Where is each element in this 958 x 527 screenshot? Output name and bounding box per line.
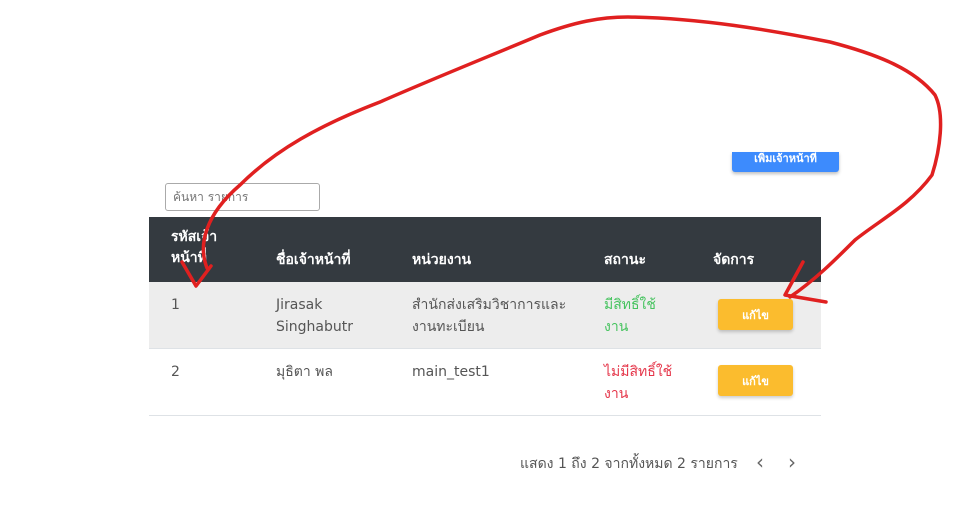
search-input[interactable] — [165, 183, 320, 211]
cell-staff-name: มุธิตา พล — [276, 364, 333, 380]
table-header: รหัสเจ้าหน้าที่ ชื่อเจ้าหน้าที่ หน่วยงาน… — [149, 217, 821, 282]
cell-staff-code: 1 — [171, 297, 180, 313]
table-row: 2 มุธิตา พล main_test1 ไม่มีสิทธิ์ใช้งาน… — [149, 349, 821, 416]
header-unit: หน่วยงาน — [412, 252, 472, 268]
cell-unit: main_test1 — [412, 364, 490, 380]
cell-staff-name: Jirasak Singhabutr — [276, 297, 353, 335]
header-manage: จัดการ — [713, 252, 755, 268]
chevron-left-icon[interactable]: ‹ — [749, 449, 771, 475]
header-staff-code: รหัสเจ้าหน้าที่ — [171, 229, 218, 266]
cell-unit: สำนักส่งเสริมวิชาการและงานทะเบียน — [412, 297, 567, 335]
header-staff-name: ชื่อเจ้าหน้าที่ — [276, 252, 351, 268]
header-status: สถานะ — [604, 252, 646, 268]
cell-staff-code: 2 — [171, 364, 180, 380]
pagination-summary: แสดง 1 ถึง 2 จากทั้งหมด 2 รายการ — [520, 456, 738, 472]
staff-table: รหัสเจ้าหน้าที่ ชื่อเจ้าหน้าที่ หน่วยงาน… — [149, 217, 821, 416]
edit-button[interactable]: แก้ไข — [718, 365, 793, 396]
status-badge: มีสิทธิ์ใช้งาน — [604, 297, 656, 335]
chevron-right-icon[interactable]: › — [781, 449, 803, 475]
edit-button[interactable]: แก้ไข — [718, 299, 793, 330]
table-row: 1 Jirasak Singhabutr สำนักส่งเสริมวิชากา… — [149, 282, 821, 349]
add-staff-button[interactable]: เพิ่มเจ้าหน้าที่ — [732, 152, 839, 172]
status-badge: ไม่มีสิทธิ์ใช้งาน — [604, 364, 673, 402]
